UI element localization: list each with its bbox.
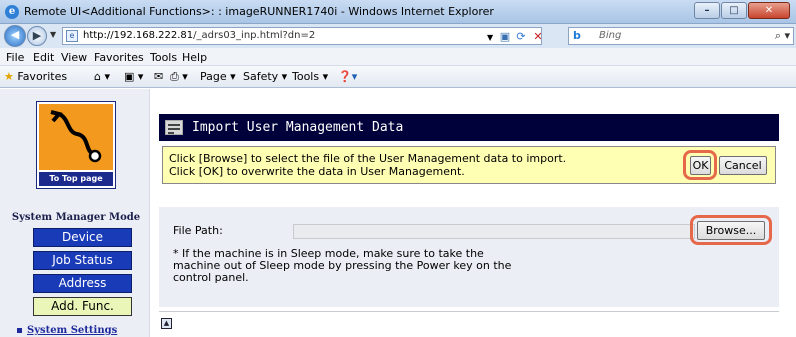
address-button[interactable]: Address (33, 274, 132, 293)
menu-view[interactable]: View (61, 51, 87, 64)
mode-title: System Manager Mode (11, 212, 141, 223)
stop-icon[interactable]: ✕ (531, 30, 545, 43)
system-settings-label: System Settings (27, 325, 118, 336)
top-page-button[interactable]: To Top page (36, 101, 116, 189)
note-line-3: control panel. (173, 271, 249, 284)
forward-button[interactable]: ▶ (27, 26, 47, 46)
search-icon[interactable]: ⌕ ▾ (775, 29, 790, 43)
maximize-button[interactable]: □ (721, 2, 747, 19)
panel-header: Import User Management Data (159, 114, 779, 141)
page-title: Import User Management Data (192, 120, 404, 135)
menu-help[interactable]: Help (182, 51, 207, 64)
window-title: Remote UI<Additional Functions>: : image… (24, 5, 494, 18)
back-button[interactable]: ◀ (4, 25, 26, 47)
favorites-label: Favorites (17, 70, 68, 83)
favorites-bar: ★ Favorites ⌂ ▾ ▣ ▾ ✉ ⎙ ▾ Page ▾ Safety … (0, 66, 796, 88)
address-dropdown-icon[interactable]: ▼ (487, 33, 493, 42)
url-text[interactable]: http://192.168.222.81/_adrs03_inp.html?d… (83, 30, 315, 41)
help-icon[interactable]: ❓▾ (338, 70, 357, 83)
back-to-top-icon[interactable]: ▲ (161, 318, 172, 329)
add-func-button[interactable]: Add. Func. (33, 297, 132, 316)
search-placeholder: Bing (599, 30, 622, 41)
cancel-button[interactable]: Cancel (719, 156, 767, 175)
history-dropdown-icon[interactable]: ▼ (50, 30, 56, 39)
page-menu[interactable]: Page ▾ (200, 70, 236, 83)
favorites-star-icon: ★ (4, 70, 14, 83)
search-field[interactable]: b Bing ⌕ ▾ (568, 27, 794, 45)
menu-tools[interactable]: Tools (150, 51, 177, 64)
menu-favorites[interactable]: Favorites (94, 51, 144, 64)
file-path-input[interactable] (293, 224, 695, 239)
job-status-button[interactable]: Job Status (33, 251, 132, 270)
divider (159, 311, 779, 312)
address-toolbar: ◀ ▶ ▼ e http://192.168.222.81/_adrs03_in… (0, 24, 796, 48)
home-icon[interactable]: ⌂ ▾ (94, 70, 110, 83)
mail-icon[interactable]: ✉ (154, 70, 163, 83)
import-icon (165, 120, 183, 135)
menu-bar: File Edit View Favorites Tools Help (0, 48, 796, 66)
bullet-icon (17, 328, 22, 333)
sleep-mode-note: * If the machine is in Sleep mode, make … (173, 248, 553, 284)
url-path: /_adrs03_inp.html?dn=2 (193, 30, 316, 41)
top-page-logo-icon (39, 104, 113, 170)
top-page-label: To Top page (39, 172, 113, 186)
menu-file[interactable]: File (6, 51, 24, 64)
menu-edit[interactable]: Edit (33, 51, 54, 64)
tools-menu[interactable]: Tools ▾ (292, 70, 328, 83)
instruction-line-2: Click [OK] to overwrite the data in User… (169, 165, 465, 178)
page-icon: e (66, 30, 78, 42)
favorites-button[interactable]: ★ Favorites (4, 70, 67, 83)
internet-explorer-icon: e (5, 5, 19, 19)
minimize-button[interactable]: – (694, 2, 720, 19)
refresh-icon[interactable]: ⟳ (514, 30, 528, 43)
ok-button[interactable]: OK (690, 156, 711, 175)
address-field[interactable]: e http://192.168.222.81/_adrs03_inp.html… (62, 27, 542, 45)
window-controls: – □ ✕ (693, 2, 790, 19)
safety-menu[interactable]: Safety ▾ (243, 70, 287, 83)
bing-logo-icon: b (573, 29, 581, 42)
url-host: http://192.168.222.81 (83, 30, 194, 41)
print-icon[interactable]: ⎙ ▾ (170, 70, 188, 84)
compatibility-view-icon[interactable]: ▣ (498, 30, 512, 43)
system-settings-link[interactable]: System Settings (17, 325, 117, 336)
file-form: File Path: * If the machine is in Sleep … (159, 207, 779, 307)
file-path-label: File Path: (173, 224, 223, 237)
feeds-icon[interactable]: ▣ ▾ (124, 70, 143, 83)
instruction-line-1: Click [Browse] to select the file of the… (169, 152, 567, 165)
close-window-button[interactable]: ✕ (748, 2, 790, 19)
sidebar: To Top page System Manager Mode Device J… (0, 89, 150, 337)
browse-button[interactable]: Browse... (697, 221, 765, 240)
window-titlebar: e Remote UI<Additional Functions>: : ima… (0, 0, 796, 24)
device-button[interactable]: Device (33, 228, 132, 247)
